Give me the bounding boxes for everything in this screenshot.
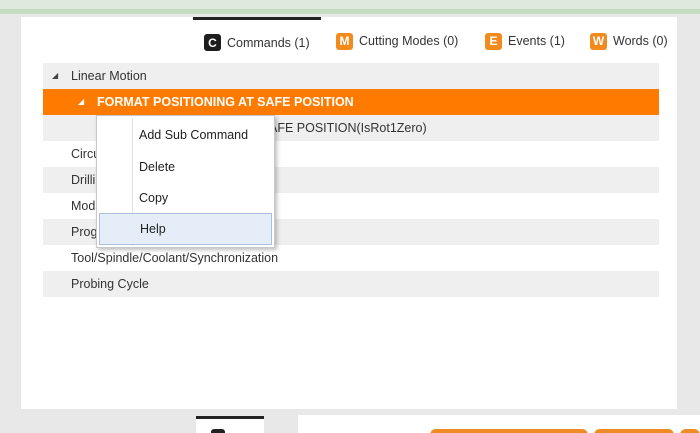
bottom-action-button-overflow[interactable] — [680, 429, 700, 433]
tree-item-tool-spindle[interactable]: Tool/Spindle/Coolant/Synchronization — [43, 245, 659, 271]
menu-item-copy[interactable]: Copy — [99, 182, 272, 214]
menu-item-delete[interactable]: Delete — [99, 151, 272, 183]
commands-icon: C — [204, 34, 221, 51]
tab-words[interactable]: W Words (0) — [590, 17, 677, 61]
bottom-action-button[interactable] — [430, 429, 588, 433]
tree-item-label: AFE POSITION(IsRot1Zero) — [269, 121, 427, 135]
tab-cutting-modes-label: Cutting Modes (0) — [359, 34, 459, 48]
context-menu: Add Sub Command Delete Copy Help — [96, 115, 275, 248]
tree-item-label: Prog — [71, 225, 98, 239]
tab-commands[interactable]: C Commands (1) — [193, 17, 321, 61]
tab-words-label: Words (0) — [613, 34, 668, 48]
tab-events[interactable]: E Events (1) — [485, 17, 575, 61]
tree-item-label: Tool/Spindle/Coolant/Synchronization — [71, 251, 279, 265]
cutting-modes-icon: M — [336, 32, 353, 50]
tree-item-label: FORMAT POSITIONING AT SAFE POSITION — [97, 95, 354, 109]
bottom-tab[interactable] — [196, 416, 264, 433]
tree-item-probing-cycle[interactable]: Probing Cycle — [43, 271, 659, 297]
collapse-triangle-icon[interactable]: ◢ — [78, 89, 84, 115]
bottom-action-button-secondary[interactable] — [594, 429, 674, 433]
tab-events-label: Events (1) — [508, 34, 565, 48]
tab-commands-label: Commands (1) — [227, 35, 310, 50]
tree-item-label: Probing Cycle — [71, 277, 149, 291]
menu-item-help[interactable]: Help — [99, 213, 272, 245]
tree-item-label: Drilli — [71, 173, 96, 187]
tree-item-label: Mod — [71, 199, 96, 213]
top-strip-line — [0, 9, 700, 14]
tree-item-label: Linear Motion — [71, 69, 147, 83]
tab-cutting-modes[interactable]: M Cutting Modes (0) — [336, 17, 476, 61]
tree-item-format-positioning[interactable]: ◢ FORMAT POSITIONING AT SAFE POSITION — [43, 89, 659, 115]
events-icon: E — [485, 32, 502, 50]
tab-bar: C Commands (1) M Cutting Modes (0) E Eve… — [193, 17, 677, 61]
words-icon: W — [590, 32, 607, 50]
menu-item-add-sub-command[interactable]: Add Sub Command — [99, 119, 272, 151]
tree-item-linear-motion[interactable]: ◢ Linear Motion — [43, 63, 659, 89]
collapse-triangle-icon[interactable]: ◢ — [52, 63, 58, 89]
bottom-tab-icon — [211, 429, 225, 433]
